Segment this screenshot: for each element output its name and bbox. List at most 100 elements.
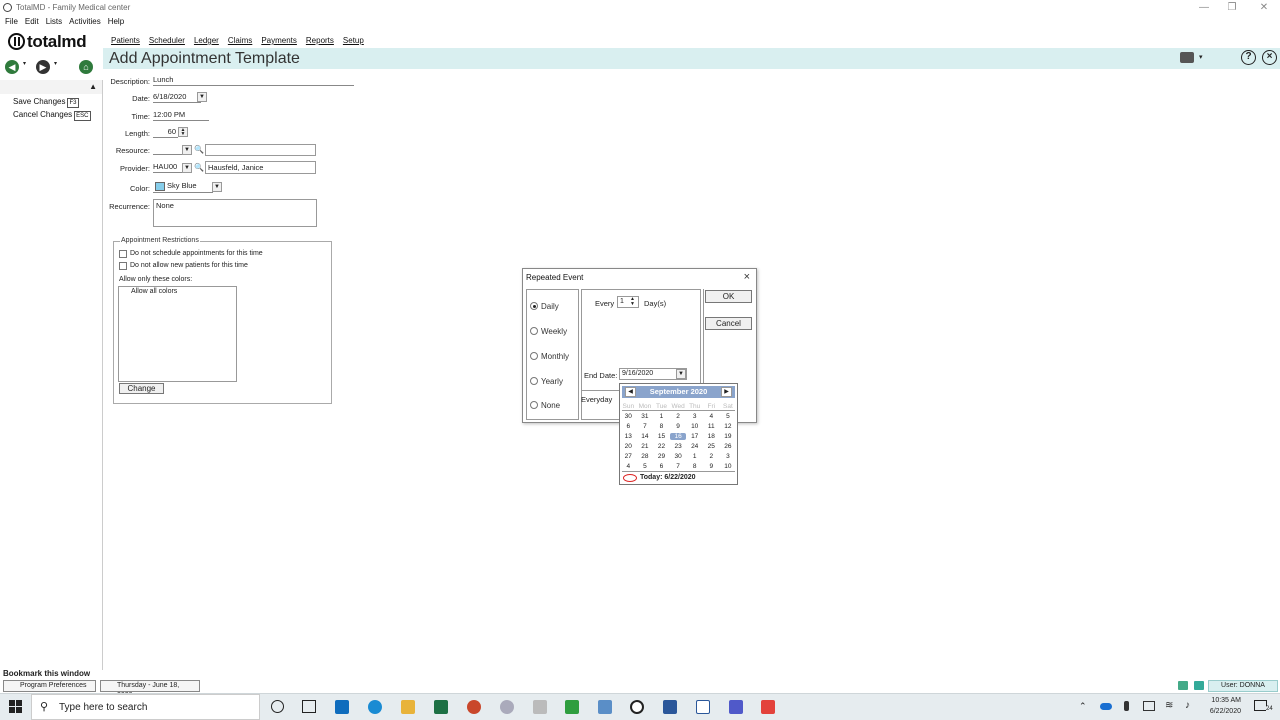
app-icon-6[interactable] [761,700,775,714]
app-icon-1[interactable] [500,700,514,714]
save-changes-button[interactable]: Save Changes F3 [13,97,79,108]
calendar-day[interactable]: 22 [653,443,670,450]
app-icon-5[interactable] [696,700,710,714]
date-field[interactable]: 6/18/2020 [153,92,201,103]
next-month-icon[interactable]: ▶ [721,387,732,397]
calendar-day[interactable]: 29 [653,453,670,460]
menu-edit[interactable]: Edit [25,17,39,26]
calendar-day[interactable]: 7 [637,423,654,430]
calendar-day[interactable]: 26 [720,443,737,450]
length-field[interactable]: 60 [153,127,178,138]
calendar-day[interactable]: 25 [703,443,720,450]
change-button[interactable]: Change [119,383,164,394]
calendar-day[interactable]: 13 [620,433,637,440]
menu-lists[interactable]: Lists [46,17,62,26]
search-box[interactable]: ⚲ Type here to search [31,694,260,720]
provider-code-field[interactable]: HAU00 [153,162,183,173]
every-input[interactable]: 1 [617,296,639,308]
resource-field[interactable] [153,144,183,155]
calendar-day[interactable]: 6 [653,463,670,470]
end-date-dropdown-icon[interactable]: ▼ [676,369,686,379]
status-icon-1[interactable] [1178,681,1188,690]
excel-icon[interactable] [434,700,448,714]
cortana-icon[interactable] [271,700,284,713]
file-explorer-icon[interactable] [401,700,415,714]
menu-file[interactable]: File [5,17,18,26]
radio-yearly[interactable] [530,377,538,385]
no-new-patients-checkbox[interactable] [119,262,127,270]
calendar-day[interactable]: 4 [703,413,720,420]
clock-time[interactable]: 10:35 AM [1196,697,1241,704]
calendar-day[interactable]: 4 [620,463,637,470]
calendar-day[interactable]: 12 [720,423,737,430]
description-field[interactable]: Lunch [153,75,354,86]
calendar-day[interactable]: 27 [620,453,637,460]
dialog-close-icon[interactable]: × [744,271,750,283]
microphone-icon[interactable] [1124,701,1129,711]
recurrence-field[interactable]: None [153,199,317,227]
date-tab[interactable]: Thursday - June 18, 2020 [100,680,200,699]
back-icon[interactable]: ◀ [5,60,19,74]
resource-dropdown-icon[interactable]: ▼ [182,145,192,155]
calendar-day[interactable]: 8 [686,463,703,470]
calendar-day[interactable]: 2 [670,413,687,420]
wifi-icon[interactable]: ≋ [1165,700,1173,711]
calendar-day[interactable]: 3 [686,413,703,420]
resource-search-icon[interactable]: 🔍 [194,145,204,154]
calendar-day[interactable]: 10 [686,423,703,430]
calendar-day[interactable]: 1 [686,453,703,460]
sidebar-collapse[interactable]: ▲ [0,80,102,94]
powerpoint-icon[interactable] [467,700,481,714]
briefcase-icon[interactable] [1180,52,1194,63]
back-dropdown-icon[interactable]: ▾ [23,60,26,67]
nav-claims[interactable]: Claims [228,36,252,45]
close-page-icon[interactable]: × [1262,50,1277,65]
date-dropdown-icon[interactable]: ▼ [197,92,207,102]
ok-button[interactable]: OK [705,290,752,303]
calendar-day[interactable]: 17 [686,433,703,440]
minimize-icon[interactable]: — [1190,1,1218,15]
calendar-day[interactable]: 23 [670,443,687,450]
chat-icon[interactable] [1194,681,1204,690]
calendar-day[interactable]: 5 [637,463,654,470]
calendar-day[interactable]: 24 [686,443,703,450]
outlook-icon[interactable] [335,700,349,714]
nav-reports[interactable]: Reports [306,36,334,45]
calendar-day[interactable]: 11 [703,423,720,430]
app-icon-2[interactable] [533,700,547,714]
program-preferences-tab[interactable]: Program Preferences [3,680,96,692]
calendar-day[interactable]: 8 [653,423,670,430]
battery-icon[interactable] [1143,701,1155,711]
calendar-day[interactable]: 5 [720,413,737,420]
provider-dropdown-icon[interactable]: ▼ [182,163,192,173]
every-stepper[interactable]: ▲ ▼ [630,297,635,307]
calendar-day[interactable]: 19 [720,433,737,440]
calendar-day[interactable]: 9 [703,463,720,470]
forward-icon[interactable]: ▶ [36,60,50,74]
bookmark-label[interactable]: Bookmark this window [3,669,90,678]
home-icon[interactable]: ⌂ [79,60,93,74]
calendar-day[interactable]: 7 [670,463,687,470]
onedrive-icon[interactable] [1100,703,1112,710]
totalmd-taskbar-icon[interactable] [630,700,644,714]
length-stepper[interactable]: ▲ ▼ [178,127,188,137]
briefcase-dropdown-icon[interactable]: ▾ [1199,53,1203,61]
calendar-day[interactable]: 31 [637,413,654,420]
radio-none[interactable] [530,401,538,409]
today-link[interactable]: Today: 6/22/2020 [640,474,696,481]
radio-monthly[interactable] [530,352,538,360]
restore-icon[interactable]: ❐ [1218,1,1246,15]
calendar-day[interactable]: 2 [703,453,720,460]
radio-weekly[interactable] [530,327,538,335]
calendar-day[interactable]: 30 [620,413,637,420]
chevron-up-icon[interactable]: ▲ [89,82,97,91]
no-schedule-checkbox[interactable] [119,250,127,258]
menu-help[interactable]: Help [108,17,124,26]
cancel-changes-button[interactable]: Cancel Changes ESC [13,110,91,121]
word-icon[interactable] [663,700,677,714]
teams-icon[interactable] [729,700,743,714]
calendar-day[interactable]: 28 [637,453,654,460]
calendar-day[interactable]: 20 [620,443,637,450]
calendar-day[interactable]: 10 [720,463,737,470]
calendar-day[interactable]: 16 [669,433,687,440]
